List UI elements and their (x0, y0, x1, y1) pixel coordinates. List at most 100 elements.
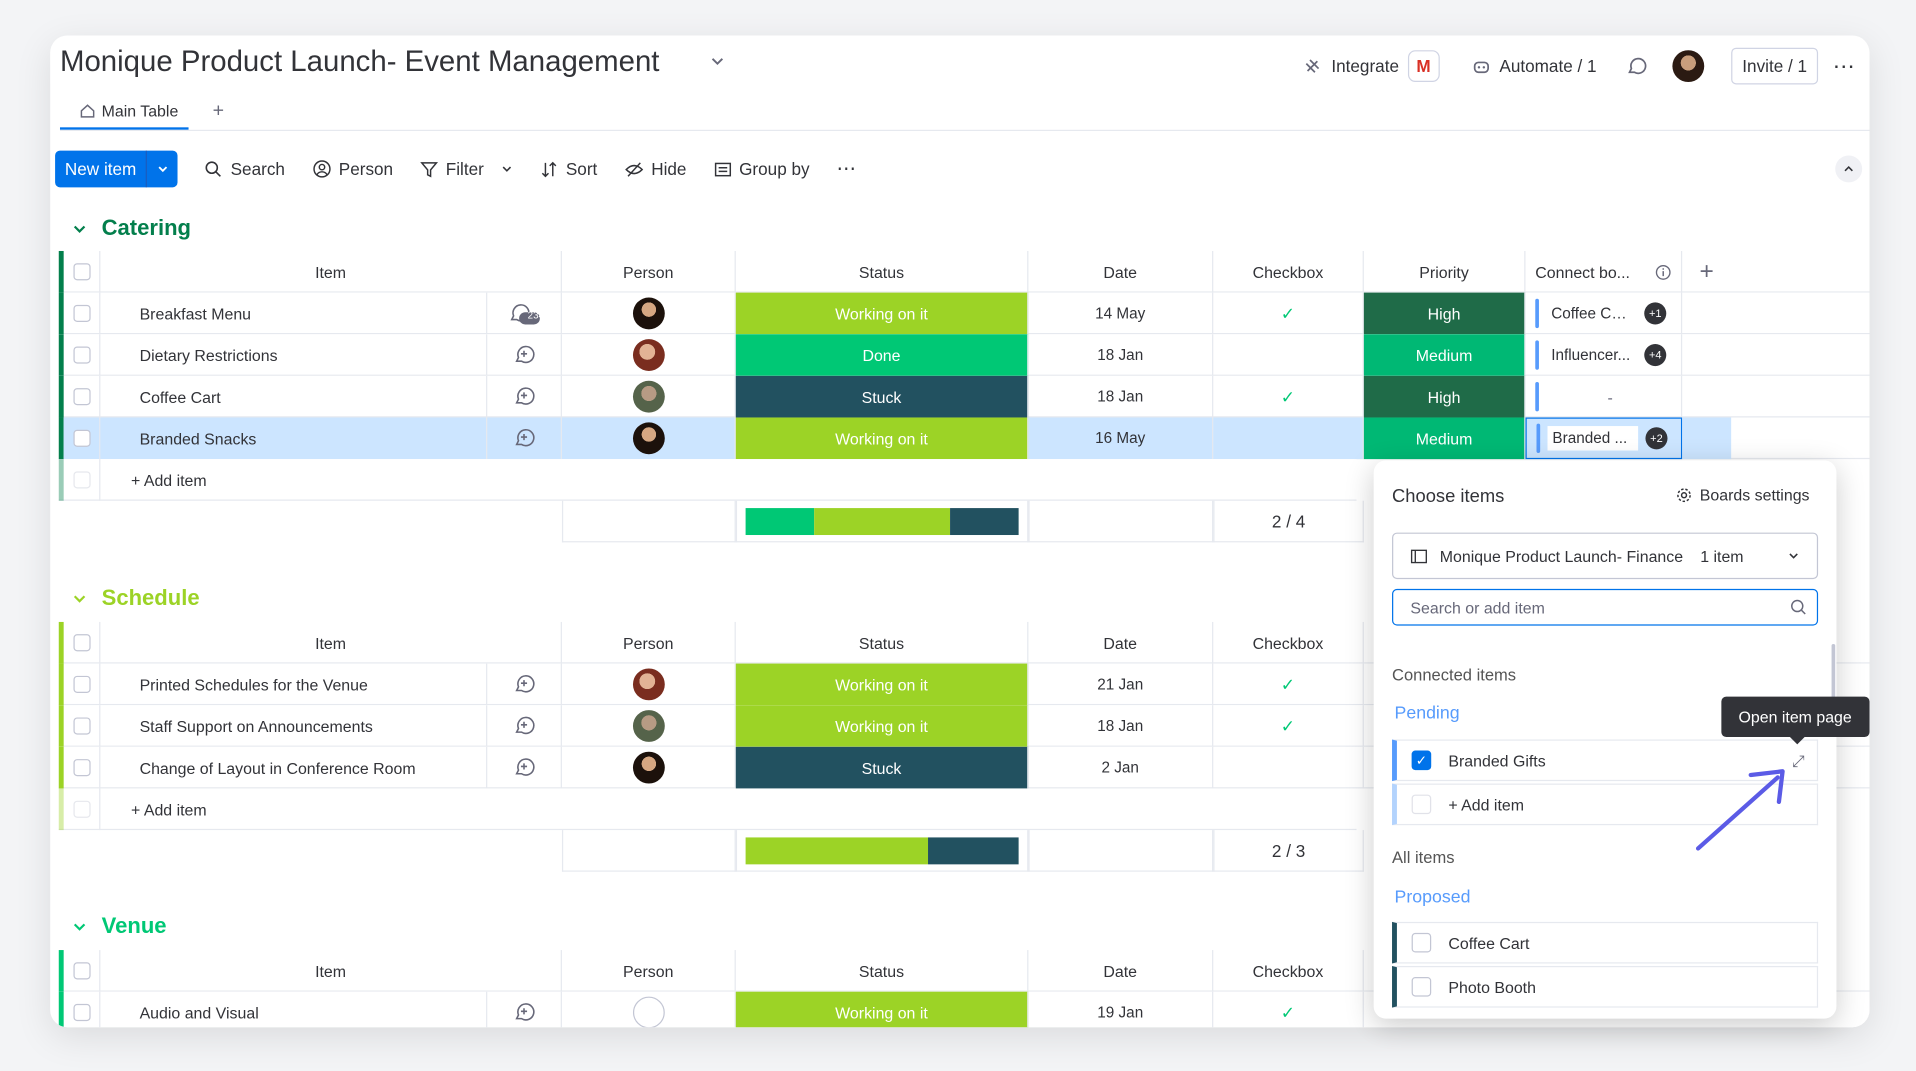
group-by-button[interactable]: Group by (713, 159, 810, 179)
checkbox-cell[interactable] (1213, 746, 1364, 789)
chat-icon[interactable] (1626, 55, 1648, 77)
column-header-person[interactable]: Person (562, 250, 736, 293)
conversation-button[interactable]: 234 (486, 292, 561, 335)
checkbox-cell[interactable]: ✓ (1213, 292, 1364, 335)
connect-cell-active[interactable]: Branded ... +2 (1525, 417, 1683, 460)
status-cell[interactable]: Working on it (735, 663, 1029, 706)
connect-cell[interactable]: Coffee Ca... +1 (1525, 292, 1683, 335)
column-header-item[interactable]: Item (100, 950, 562, 992)
status-cell[interactable]: Working on it (735, 292, 1029, 335)
row-checkbox[interactable] (63, 417, 101, 460)
column-header-date[interactable]: Date (1028, 621, 1214, 664)
info-icon[interactable] (1655, 264, 1671, 280)
person-filter-button[interactable]: Person (312, 159, 393, 179)
item-name-cell[interactable]: Dietary Restrictions (100, 334, 562, 376)
column-header-date[interactable]: Date (1028, 950, 1214, 992)
group-title-catering[interactable]: Catering (72, 215, 191, 241)
column-header-checkbox[interactable]: Checkbox (1213, 950, 1364, 992)
row-checkbox[interactable] (64, 705, 101, 747)
column-header-person[interactable]: Person (562, 621, 736, 664)
item-name-cell[interactable]: Staff Support on Announcements (100, 705, 562, 747)
person-cell[interactable] (562, 663, 736, 706)
person-cell[interactable] (562, 375, 736, 418)
row-checkbox[interactable] (64, 746, 101, 789)
select-all-checkbox[interactable] (64, 950, 101, 992)
column-header-item[interactable]: Item (100, 621, 562, 664)
table-row-selected[interactable]: Branded Snacks Working on it 16 May Medi… (58, 417, 1870, 460)
person-cell[interactable] (562, 991, 736, 1028)
person-cell[interactable] (562, 746, 736, 789)
more-options-icon[interactable]: ⋯ (1833, 53, 1855, 79)
table-row[interactable]: Breakfast Menu 234 Working on it 14 May … (58, 292, 1870, 335)
conversation-button[interactable] (486, 705, 561, 747)
status-cell[interactable]: Done (735, 334, 1029, 376)
table-row[interactable]: Coffee Cart Stuck 18 Jan ✓ High - (58, 375, 1870, 418)
priority-cell[interactable]: High (1363, 292, 1526, 335)
boards-settings-button[interactable]: Boards settings (1677, 486, 1810, 504)
select-all-checkbox[interactable] (64, 621, 101, 664)
column-header-status[interactable]: Status (736, 950, 1029, 992)
chevron-down-icon[interactable] (709, 53, 726, 70)
checkbox-cell[interactable]: ✓ (1213, 705, 1364, 747)
board-selector[interactable]: Monique Product Launch- Finance 1 item (1392, 532, 1819, 580)
conversation-button[interactable] (486, 991, 561, 1028)
chevron-down-icon[interactable] (72, 221, 87, 236)
item-name-cell[interactable]: Breakfast Menu 234 (100, 292, 562, 335)
checkbox[interactable] (1411, 976, 1432, 997)
row-checkbox[interactable] (64, 663, 101, 706)
person-cell[interactable] (562, 334, 736, 376)
row-checkbox[interactable] (64, 292, 101, 335)
status-cell[interactable]: Working on it (735, 417, 1029, 460)
proposed-item[interactable]: Coffee Cart (1392, 921, 1819, 964)
add-item-row[interactable]: + Add item (58, 459, 1357, 501)
item-name-cell[interactable]: Printed Schedules for the Venue (100, 663, 562, 706)
search-button[interactable]: Search (205, 159, 285, 179)
hide-button[interactable]: Hide (624, 159, 686, 179)
chevron-down-icon[interactable] (501, 163, 513, 175)
row-checkbox[interactable] (64, 375, 101, 418)
connect-cell[interactable]: - (1525, 375, 1683, 418)
new-item-button[interactable]: New item (55, 150, 178, 188)
row-checkbox[interactable] (64, 991, 101, 1028)
date-cell[interactable]: 18 Jan (1028, 375, 1214, 418)
column-header-status[interactable]: Status (736, 621, 1029, 664)
chevron-down-icon[interactable] (146, 150, 178, 188)
conversation-button[interactable] (486, 375, 561, 418)
date-cell[interactable]: 16 May (1028, 417, 1214, 460)
date-cell[interactable]: 14 May (1028, 292, 1214, 335)
item-name-cell[interactable]: Change of Layout in Conference Room (100, 746, 562, 789)
person-cell[interactable] (561, 417, 736, 460)
item-name-cell[interactable]: Audio and Visual (100, 991, 562, 1028)
date-cell[interactable]: 21 Jan (1028, 663, 1214, 706)
checkbox-checked[interactable]: ✓ (1411, 750, 1432, 771)
column-header-connect[interactable]: Connect bo... (1525, 250, 1683, 293)
priority-cell[interactable]: Medium (1363, 417, 1526, 460)
checkbox-cell[interactable]: ✓ (1213, 663, 1364, 706)
column-header-checkbox[interactable]: Checkbox (1213, 250, 1364, 293)
checkbox-cell[interactable]: ✓ (1213, 375, 1364, 418)
conversation-button[interactable] (486, 334, 561, 376)
toolbar-more-icon[interactable]: ⋯ (837, 157, 857, 181)
checkbox-cell[interactable]: ✓ (1213, 991, 1364, 1028)
group-title-schedule[interactable]: Schedule (72, 585, 200, 611)
tab-main-table[interactable]: Main Table (59, 101, 189, 130)
collapse-header-button[interactable] (1835, 155, 1863, 183)
conversation-button[interactable] (486, 417, 561, 460)
integrate-button[interactable]: Integrate M (1303, 50, 1440, 83)
select-all-checkbox[interactable] (64, 250, 101, 293)
proposed-item[interactable]: Photo Booth (1392, 965, 1819, 1008)
person-cell[interactable] (562, 705, 736, 747)
column-header-checkbox[interactable]: Checkbox (1213, 621, 1364, 664)
add-column-button[interactable]: + (1682, 251, 1731, 293)
checkbox-cell[interactable] (1213, 417, 1364, 460)
checkbox[interactable] (1411, 932, 1432, 953)
priority-cell[interactable]: Medium (1363, 334, 1526, 376)
status-summary[interactable] (735, 830, 1029, 872)
group-title-venue[interactable]: Venue (72, 913, 167, 939)
column-header-priority[interactable]: Priority (1364, 250, 1526, 293)
item-name-cell[interactable]: Branded Snacks (100, 417, 562, 460)
item-name-cell[interactable]: Coffee Cart (100, 375, 562, 418)
automate-button[interactable]: Automate / 1 (1471, 56, 1597, 76)
add-view-button[interactable]: + (213, 100, 224, 129)
column-header-item[interactable]: Item (100, 250, 562, 293)
